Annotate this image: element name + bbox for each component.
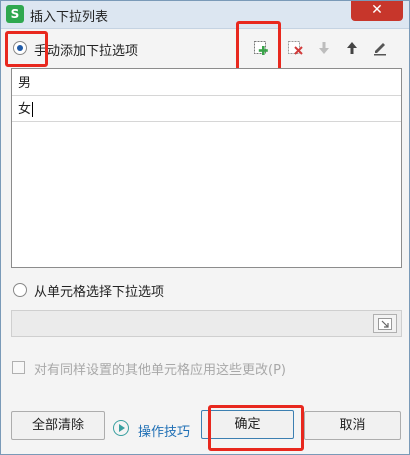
insert-dropdown-dialog: S 插入下拉列表 ✕ 手动添加下拉选项 男 女 从单元格选择下拉选项 对有同样设…: [0, 0, 410, 455]
move-down-icon: [319, 42, 329, 54]
title-bar[interactable]: S 插入下拉列表 ✕: [1, 1, 409, 29]
edit-icon: [374, 43, 386, 56]
manual-options-radio[interactable]: [13, 41, 27, 55]
edit-item-button[interactable]: [369, 37, 391, 59]
apply-to-others-label: 对有同样设置的其他单元格应用这些更改(P): [34, 363, 286, 378]
list-item[interactable]: 男: [12, 71, 401, 96]
text-cursor: [32, 102, 34, 117]
clear-all-button[interactable]: 全部清除: [11, 411, 105, 440]
ok-button[interactable]: 确定: [201, 410, 294, 439]
manual-options-label: 手动添加下拉选项: [34, 44, 139, 59]
move-down-button[interactable]: [313, 37, 335, 59]
dialog-title: 插入下拉列表: [30, 10, 109, 25]
cell-range-input[interactable]: [11, 310, 402, 337]
tips-link[interactable]: 操作技巧: [138, 421, 190, 440]
add-item-icon: [254, 41, 268, 55]
move-up-button[interactable]: [341, 37, 363, 59]
cancel-button[interactable]: 取消: [304, 411, 401, 440]
list-item[interactable]: 女: [12, 97, 401, 122]
from-cells-label: 从单元格选择下拉选项: [34, 285, 165, 300]
select-range-button[interactable]: [373, 314, 397, 333]
list-item-text: 男: [18, 76, 32, 91]
play-tips-icon[interactable]: [113, 420, 129, 436]
dropdown-items-list[interactable]: 男 女: [11, 68, 402, 268]
select-range-icon: [378, 317, 392, 330]
apply-to-others-checkbox[interactable]: [12, 361, 25, 374]
move-up-icon: [347, 42, 357, 54]
delete-item-button[interactable]: [284, 37, 306, 59]
close-button[interactable]: ✕: [351, 1, 403, 21]
add-item-button[interactable]: [250, 37, 272, 59]
wps-app-icon: S: [6, 5, 24, 23]
from-cells-radio[interactable]: [13, 283, 27, 297]
list-item-text: 女: [18, 102, 32, 117]
delete-item-icon: [288, 41, 303, 55]
